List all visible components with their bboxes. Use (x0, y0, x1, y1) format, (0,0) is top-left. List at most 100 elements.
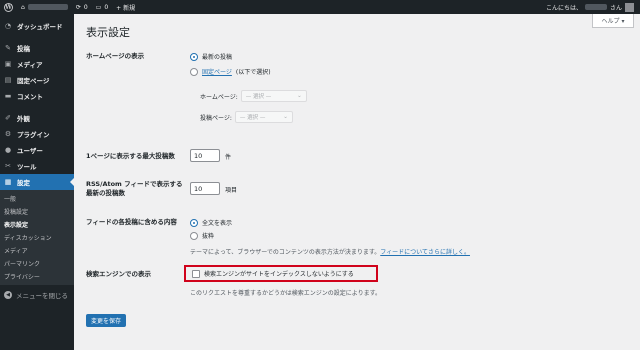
username-redacted (584, 4, 607, 10)
posts-per-page-unit: 件 (225, 154, 232, 161)
updates-link[interactable]: ⟳ 0 (72, 0, 92, 14)
admin-sidebar: ◔ ダッシュボード ✎ 投稿 ▣ メディア ▤ 固定ページ ▬ コメント ✐ 外観 ⚙ プラグ… (0, 14, 74, 350)
menu-plugins[interactable]: ⚙ プラグイン (0, 126, 74, 142)
rss-items-input[interactable]: 10 (190, 182, 220, 195)
pin-icon: ✎ (5, 44, 11, 52)
menu-label: 投稿 (17, 45, 30, 53)
static-page-link[interactable]: 固定ページ (202, 67, 232, 76)
menu-tools[interactable]: ✂ ツール (0, 158, 74, 174)
save-changes-button[interactable]: 変更を保存 (86, 314, 126, 327)
option-full-text-label: 全文を表示 (202, 220, 233, 227)
menu-label: コメント (17, 93, 43, 101)
menu-pages[interactable]: ▤ 固定ページ (0, 72, 74, 88)
homepage-select-row: ホームページ: — 選択 — ⌄ (200, 90, 307, 102)
radio-static-page[interactable] (190, 67, 198, 76)
page-icon: ▤ (4, 76, 12, 84)
option-excerpt[interactable]: 抜粋 (190, 231, 214, 240)
radio-excerpt[interactable] (190, 231, 198, 240)
submenu-writing[interactable]: 投稿設定 (0, 205, 74, 218)
submenu-privacy[interactable]: プライバシー (0, 270, 74, 283)
page-title: 表示設定 (86, 26, 130, 39)
feed-learn-more-link[interactable]: フィードについてさらに詳しく。 (380, 249, 470, 256)
submenu-discussion[interactable]: ディスカッション (0, 231, 74, 244)
user-icon: ● (4, 146, 12, 154)
discourage-search-checkbox[interactable] (192, 269, 200, 278)
radio-latest-posts[interactable] (190, 52, 198, 61)
search-visibility-description: このリクエストを尊重するかどうかは検索エンジンの設定によります。 (190, 290, 382, 297)
comments-link[interactable]: ▭ 0 (92, 0, 113, 14)
main-content: 表示設定 ホームページの表示 最新の投稿 固定ページ (以下で選択) ホームペー… (74, 14, 640, 350)
menu-appearance[interactable]: ✐ 外観 (0, 110, 74, 126)
homepage-select[interactable]: — 選択 — ⌄ (240, 90, 307, 102)
submenu-media[interactable]: メディア (0, 244, 74, 257)
submenu-general[interactable]: 一般 (0, 192, 74, 205)
collapse-menu-button[interactable]: ◀ メニューを閉じる (0, 287, 74, 303)
site-name-redacted (27, 4, 68, 10)
homepage-display-label: ホームページの表示 (86, 52, 145, 60)
discourage-search-label: 検索エンジンがサイトをインデックスしないようにする (204, 271, 354, 278)
new-content-link[interactable]: + 新規 (112, 0, 139, 14)
select-placeholder: — 選択 — (239, 115, 266, 121)
home-icon: ⌂ (21, 3, 25, 11)
menu-media[interactable]: ▣ メディア (0, 56, 74, 72)
chevron-down-icon: ⌄ (297, 93, 302, 99)
menu-label: プラグイン (17, 131, 50, 139)
site-name-link[interactable]: ⌂ (17, 0, 72, 14)
posts-page-select-label: 投稿ページ: (200, 114, 232, 122)
wordpress-logo[interactable]: W (0, 0, 17, 14)
menu-label: ツール (17, 163, 37, 171)
submenu-permalinks[interactable]: パーマリンク (0, 257, 74, 270)
avatar (625, 2, 634, 12)
search-visibility-highlight[interactable]: 検索エンジンがサイトをインデックスしないようにする (184, 265, 378, 282)
posts-page-select[interactable]: — 選択 — ⌄ (234, 111, 293, 123)
greeting-suffix: さん (609, 4, 622, 12)
collapse-icon: ◀ (4, 291, 12, 299)
new-label: + 新規 (116, 4, 136, 12)
select-placeholder: — 選択 — (245, 94, 272, 100)
menu-label: 外観 (17, 115, 30, 123)
posts-per-page-input[interactable]: 10 (190, 149, 220, 162)
comment-bubble-icon: ▭ (95, 3, 102, 11)
feed-desc-text: テーマによって、ブラウザーでのコンテンツの表示方法が決まります。 (190, 249, 381, 256)
admin-bar: W ⌂ ⟳ 0 ▭ 0 + 新規 こんにちは、 さん (0, 0, 640, 14)
menu-comments[interactable]: ▬ コメント (0, 88, 74, 104)
settings-submenu: 一般 投稿設定 表示設定 ディスカッション メディア パーマリンク プライバシー (0, 190, 74, 285)
option-static-page[interactable]: 固定ページ (以下で選択) (190, 67, 271, 76)
rss-items-label-line1: RSS/Atom フィードで表示する (86, 180, 183, 188)
static-page-note: (以下で選択) (235, 69, 271, 76)
feed-content-description: テーマによって、ブラウザーでのコンテンツの表示方法が決まります。フィードについて… (190, 247, 470, 256)
updates-icon: ⟳ (75, 3, 81, 11)
menu-label: 固定ページ (17, 77, 50, 85)
option-full-text[interactable]: 全文を表示 (190, 218, 232, 227)
plugin-icon: ⚙ (4, 130, 12, 138)
feed-content-label: フィードの各投稿に含める内容 (86, 218, 177, 226)
wrench-icon: ✂ (5, 162, 11, 170)
brush-icon: ✐ (5, 114, 11, 122)
dashboard-icon: ◔ (4, 22, 12, 30)
search-visibility-label: 検索エンジンでの表示 (86, 270, 151, 278)
option-latest-label: 最新の投稿 (202, 54, 233, 61)
rss-items-label: RSS/Atom フィードで表示する 最新の投稿数 (86, 180, 182, 198)
comments-count: 0 (104, 3, 109, 11)
option-latest-posts[interactable]: 最新の投稿 (190, 52, 232, 61)
settings-icon: ▦ (4, 178, 12, 186)
updates-count: 0 (83, 3, 88, 11)
media-icon: ▣ (4, 60, 12, 68)
wordpress-icon: W (4, 2, 13, 12)
collapse-label: メニューを閉じる (16, 292, 68, 300)
rss-items-label-line2: 最新の投稿数 (86, 189, 125, 197)
my-account[interactable]: こんにちは、 さん (546, 0, 634, 14)
posts-per-page-label: 1ページに表示する最大投稿数 (86, 152, 175, 160)
greeting: こんにちは、 (545, 4, 582, 12)
option-excerpt-label: 抜粋 (202, 233, 215, 240)
menu-users[interactable]: ● ユーザー (0, 142, 74, 158)
menu-label: ユーザー (17, 147, 43, 155)
radio-full-text[interactable] (190, 218, 198, 227)
submenu-reading[interactable]: 表示設定 (0, 218, 74, 231)
menu-label: ダッシュボード (17, 23, 63, 31)
menu-settings[interactable]: ▦ 設定 (0, 174, 74, 190)
menu-label: メディア (17, 61, 43, 69)
menu-posts[interactable]: ✎ 投稿 (0, 40, 74, 56)
menu-label: 設定 (17, 179, 30, 187)
menu-dashboard[interactable]: ◔ ダッシュボード (0, 18, 74, 34)
